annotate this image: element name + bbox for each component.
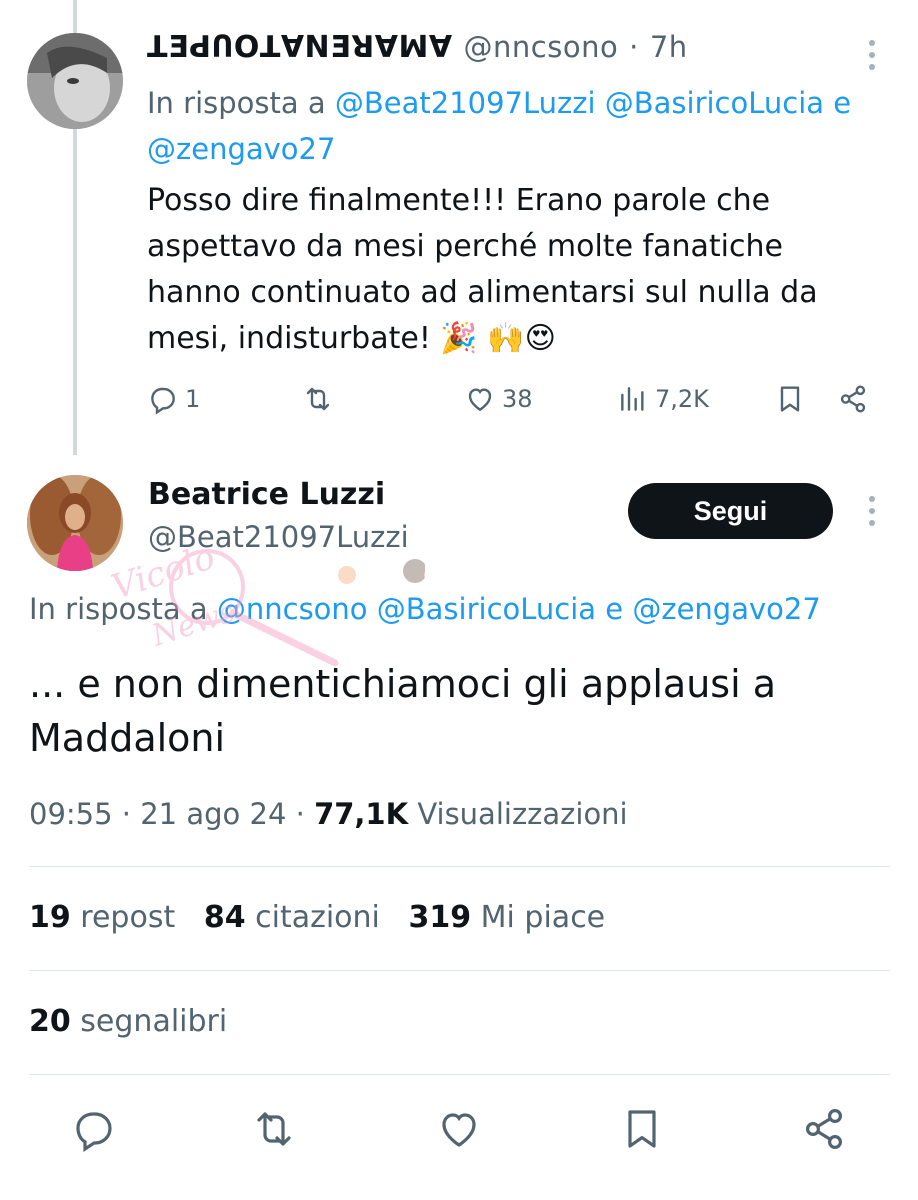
views-icon xyxy=(621,387,644,411)
views-label: Visualizzazioni xyxy=(417,797,628,831)
tweet-date[interactable]: 21 ago 24 xyxy=(140,797,286,831)
bookmarks-stat[interactable]: 20 segnalibri xyxy=(29,1004,227,1039)
reply-author-name[interactable]: ꓕƎꓒՈOꓕ∀NƎꓤ∀ꟽ∀ xyxy=(147,30,453,65)
svg-text:News: News xyxy=(147,594,240,654)
tweet-time[interactable]: 09:55 xyxy=(29,797,113,831)
share-icon xyxy=(840,385,866,413)
reply-author-row: ꓕƎꓒՈOꓕ∀NƎꓤ∀ꟽ∀ @nncsono · 7h xyxy=(147,30,688,65)
likes-label: Mi piace xyxy=(480,900,606,935)
tweet-meta: 09:55 · 21 ago 24 · 77,1K Visualizzazion… xyxy=(29,797,628,831)
share-button[interactable] xyxy=(800,1105,848,1157)
author-name[interactable]: Beatrice Luzzi xyxy=(148,477,385,512)
repost-icon xyxy=(257,1112,291,1146)
main-actions xyxy=(0,1105,918,1161)
quotes-count: 84 xyxy=(203,900,246,935)
mention-link[interactable]: @BasiricoLucia xyxy=(605,86,824,120)
svg-text:Vicolo: Vicolo xyxy=(107,545,220,608)
share-button[interactable] xyxy=(837,383,869,415)
reposts-label: repost xyxy=(80,900,176,935)
more-icon[interactable] xyxy=(868,496,876,526)
divider xyxy=(29,970,890,971)
share-icon xyxy=(805,1108,843,1150)
bookmark-button[interactable] xyxy=(618,1105,666,1157)
main-tweet-text: ... e non dimentichiamoci gli applausi a… xyxy=(29,662,776,760)
like-button[interactable]: 38 xyxy=(464,383,533,415)
mention-link[interactable]: @zengavo27 xyxy=(632,592,820,626)
likes-count: 319 xyxy=(408,900,472,935)
bookmarks-count: 20 xyxy=(29,1004,71,1039)
like-icon xyxy=(442,1113,476,1147)
divider xyxy=(29,866,890,867)
reply-time[interactable]: 7h xyxy=(650,30,688,64)
reply-icon xyxy=(76,1112,112,1152)
likes-stat[interactable]: 319 Mi piace xyxy=(409,900,606,935)
reposts-stat[interactable]: 19 repost xyxy=(29,900,175,935)
engagement-stats: 19 repost 84 citazioni 319 Mi piace xyxy=(29,900,605,935)
repost-icon xyxy=(306,387,330,411)
reply-author-handle[interactable]: @nncsono xyxy=(464,30,619,64)
bookmark-icon xyxy=(780,386,800,412)
bookmarks-label: segnalibri xyxy=(80,1004,228,1039)
bookmark-icon xyxy=(628,1110,656,1148)
reply-conjunction: e xyxy=(605,592,624,626)
more-icon[interactable] xyxy=(868,40,876,70)
reposts-count: 19 xyxy=(29,900,71,935)
like-button[interactable] xyxy=(435,1105,483,1157)
avatar-nncsono[interactable] xyxy=(27,33,123,129)
reply-conjunction: e xyxy=(833,86,852,120)
quotes-label: citazioni xyxy=(255,900,380,935)
reply-actions: 1 38 7,2K xyxy=(147,383,887,427)
reply-count: 1 xyxy=(185,385,201,413)
reply-button[interactable] xyxy=(70,1105,118,1157)
reply-icon xyxy=(151,387,175,415)
reply-tweet-text: Posso dire finalmente!!! Erano parole ch… xyxy=(147,183,818,356)
separator: · xyxy=(295,797,305,831)
views-count: 77,1K xyxy=(314,797,409,831)
quotes-stat[interactable]: 84 citazioni xyxy=(204,900,380,935)
reply-to-line: In risposta a @Beat21097Luzzi @BasiricoL… xyxy=(147,80,897,172)
mention-link[interactable]: @Beat21097Luzzi xyxy=(335,86,596,120)
repost-button[interactable] xyxy=(302,383,334,415)
views-count: 7,2K xyxy=(655,385,709,413)
separator: · xyxy=(121,797,132,831)
bookmark-button[interactable] xyxy=(774,383,806,415)
views-button[interactable]: 7,2K xyxy=(617,383,709,415)
reply-button[interactable]: 1 xyxy=(147,383,200,415)
like-icon xyxy=(468,388,492,412)
divider xyxy=(29,1074,890,1075)
follow-button[interactable]: Segui xyxy=(628,483,833,539)
like-count: 38 xyxy=(502,385,533,413)
separator: · xyxy=(629,30,639,64)
reply-prefix: In risposta a xyxy=(147,86,326,120)
mention-link[interactable]: @zengavo27 xyxy=(147,132,335,166)
repost-button[interactable] xyxy=(250,1105,298,1157)
